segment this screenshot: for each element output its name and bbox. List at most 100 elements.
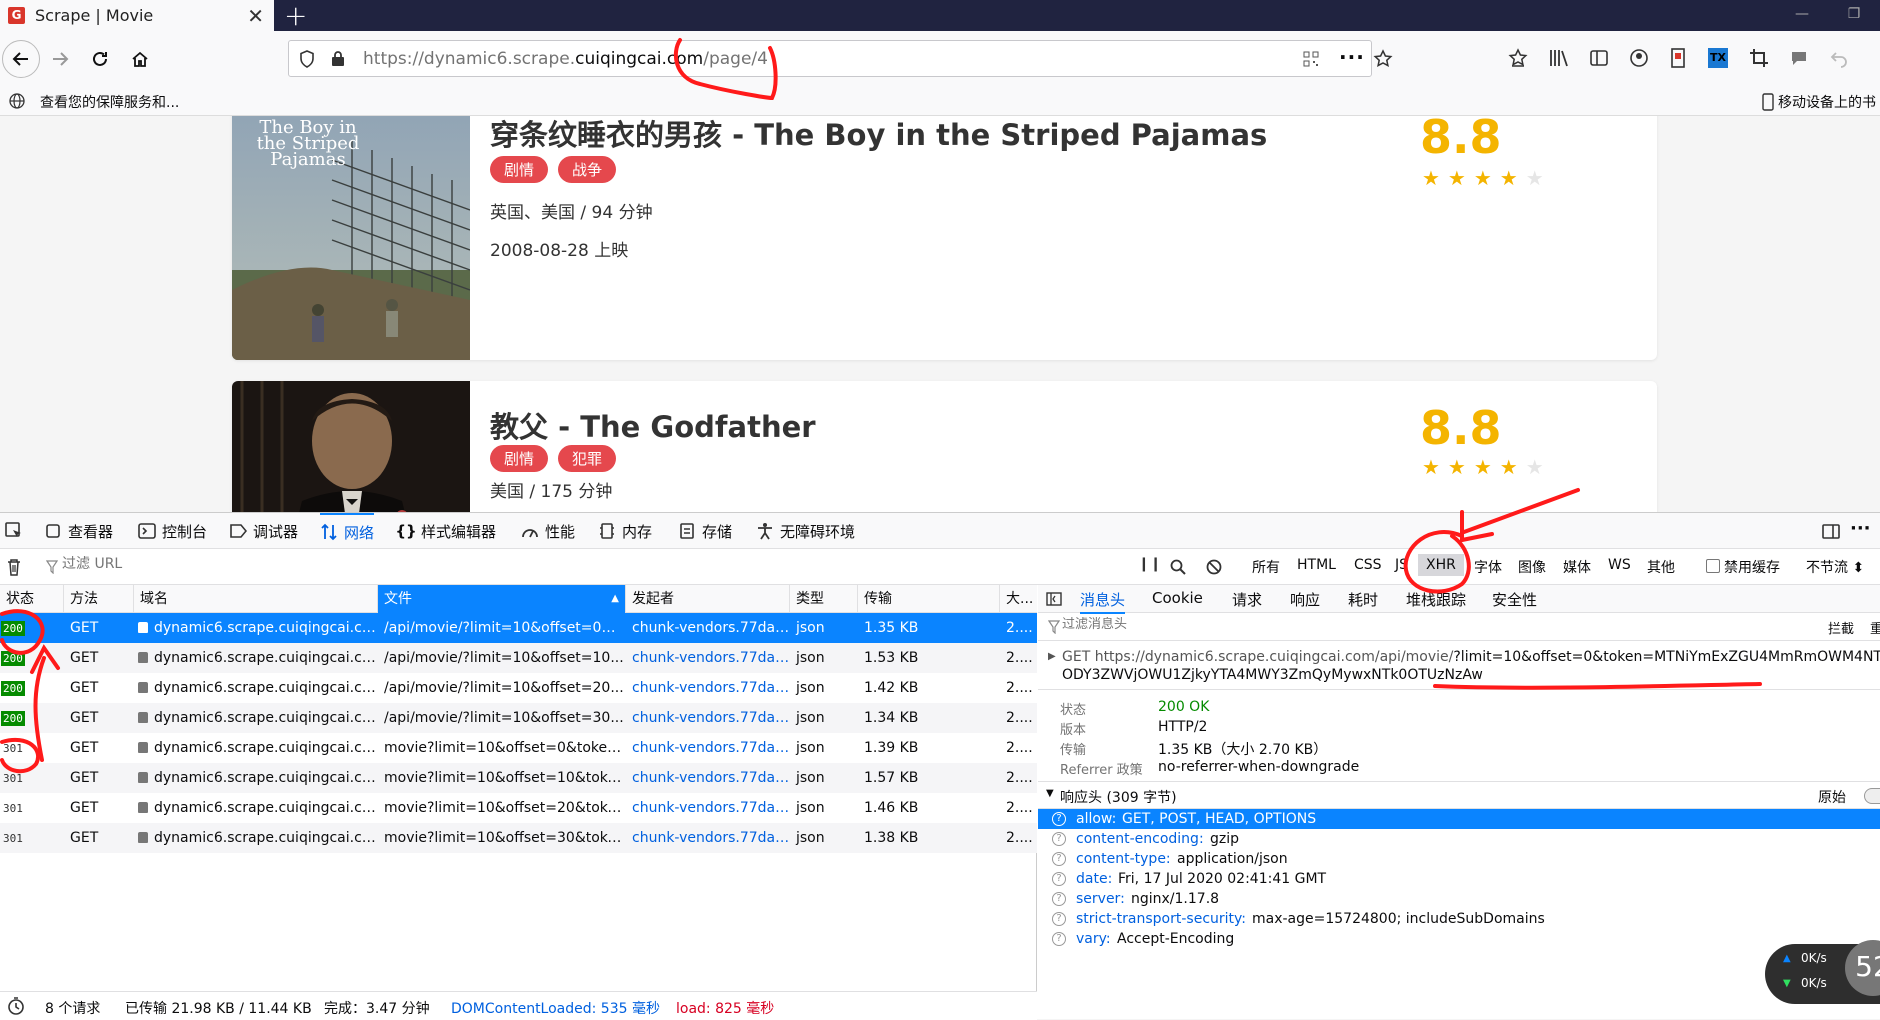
tab-request[interactable]: 请求	[1232, 589, 1262, 610]
help-icon[interactable]: ?	[1052, 832, 1066, 846]
raw-toggle[interactable]	[1864, 788, 1880, 804]
tab-storage[interactable]: 存储	[678, 513, 732, 549]
filter-url-input[interactable]	[62, 556, 362, 572]
help-icon[interactable]: ?	[1052, 812, 1066, 826]
shield-icon[interactable]	[299, 50, 315, 68]
account-icon[interactable]	[1629, 48, 1649, 68]
col-initiator[interactable]: 发起者	[626, 585, 790, 613]
genre-tag[interactable]: 剧情	[490, 445, 549, 472]
minimize-icon[interactable]: —	[1776, 0, 1828, 31]
block-button[interactable]: 拦截	[1828, 618, 1854, 637]
help-icon[interactable]: ?	[1052, 932, 1066, 946]
tab-cookie[interactable]: Cookie	[1152, 589, 1203, 607]
col-method[interactable]: 方法	[64, 585, 134, 613]
sidebar-icon[interactable]	[1589, 48, 1609, 68]
tab-stack-trace[interactable]: 堆栈跟踪	[1406, 589, 1466, 610]
table-row[interactable]: 200 GET dynamic6.scrape.cuiqingcai.com/api…	[0, 673, 1037, 703]
filter-media[interactable]: 媒体	[1563, 557, 1591, 577]
filter-images[interactable]: 图像	[1518, 557, 1546, 577]
response-header-row[interactable]: ? content-encoding: gzip	[1038, 829, 1880, 849]
response-header-row[interactable]: ? content-type: application/json	[1038, 849, 1880, 869]
response-header-row[interactable]: ? date: Fri, 17 Jul 2020 02:41:41 GMT	[1038, 869, 1880, 889]
reader-icon[interactable]	[1670, 47, 1686, 69]
filter-fonts[interactable]: 字体	[1474, 557, 1502, 577]
throttle-select[interactable]: 不节流 ⬍	[1806, 557, 1864, 577]
tab-style-editor[interactable]: {} 样式编辑器	[395, 513, 496, 549]
tab-close-icon[interactable]: ✕	[247, 4, 264, 28]
tab-accessibility[interactable]: 无障碍环境	[756, 513, 855, 549]
library-icon[interactable]	[1548, 48, 1570, 68]
trash-icon[interactable]	[7, 558, 21, 576]
qr-code-icon[interactable]	[1303, 51, 1319, 67]
reload-button[interactable]	[84, 43, 116, 75]
chat-icon[interactable]	[1789, 48, 1809, 68]
col-size[interactable]: 大...	[1000, 585, 1037, 613]
genre-tag[interactable]: 战争	[558, 156, 617, 183]
tab-security[interactable]: 安全性	[1492, 589, 1537, 610]
tab-debugger[interactable]: 调试器	[229, 513, 298, 549]
expand-arrow-icon[interactable]: ▶	[1048, 651, 1056, 662]
tab-response[interactable]: 响应	[1290, 589, 1320, 610]
col-type[interactable]: 类型	[790, 585, 858, 613]
tab-memory[interactable]: 内存	[598, 513, 652, 549]
resend-button[interactable]: 重	[1870, 618, 1880, 637]
help-icon[interactable]: ?	[1052, 892, 1066, 906]
back-button[interactable]	[2, 40, 40, 78]
filter-xhr[interactable]: XHR	[1418, 554, 1464, 576]
genre-tag[interactable]: 犯罪	[558, 445, 617, 472]
help-icon[interactable]: ?	[1052, 872, 1066, 886]
filter-html[interactable]: HTML	[1297, 557, 1336, 573]
forward-button[interactable]	[44, 43, 76, 75]
movie-card[interactable]: The Boy in the Striped Pajamas 穿条纹睡衣的男孩 …	[232, 116, 1657, 360]
movie-title[interactable]: 穿条纹睡衣的男孩 - The Boy in the Striped Pajama…	[490, 116, 1267, 154]
url-text[interactable]: https://dynamic6.scrape.cuiqingcai.com/p…	[363, 49, 768, 69]
help-icon[interactable]: ?	[1052, 912, 1066, 926]
tab-console[interactable]: 控制台	[138, 513, 207, 549]
movie-title[interactable]: 教父 - The Godfather	[490, 404, 816, 446]
filter-other[interactable]: 其他	[1647, 557, 1675, 577]
bookmark-item[interactable]: 查看您的保障服务和...	[40, 92, 179, 112]
element-picker-icon[interactable]	[5, 522, 23, 540]
tab-headers[interactable]: 消息头	[1080, 589, 1126, 614]
disable-cache-checkbox[interactable]	[1706, 559, 1720, 573]
tab-performance[interactable]: 性能	[521, 513, 575, 549]
toggle-sidebar-icon[interactable]	[1046, 592, 1062, 606]
pause-icon[interactable]: ❙❙	[1138, 556, 1161, 572]
dock-icon[interactable]	[1822, 522, 1840, 540]
col-transfer[interactable]: 传输	[858, 585, 1000, 613]
movie-poster[interactable]: The Boy in the Striped Pajamas	[232, 116, 470, 360]
filter-all[interactable]: 所有	[1252, 557, 1280, 577]
col-status[interactable]: 状态	[0, 585, 64, 613]
tx-extension-icon[interactable]: TX	[1708, 48, 1728, 68]
col-file[interactable]: 文件 ▲	[378, 585, 626, 613]
filter-css[interactable]: CSS	[1354, 557, 1382, 573]
bookmark-star-icon[interactable]	[1373, 49, 1393, 69]
filter-headers-input[interactable]	[1062, 617, 1362, 632]
url-bar[interactable]: https://dynamic6.scrape.cuiqingcai.com/p…	[288, 40, 1393, 77]
lock-icon[interactable]	[331, 50, 345, 67]
table-row[interactable]: 200 GET dynamic6.scrape.cuiqingcai.com/api…	[0, 613, 1037, 643]
tab-network[interactable]: 网络	[320, 513, 375, 549]
response-header-row[interactable]: ? strict-transport-security: max-age=15724…	[1038, 909, 1880, 929]
undo-icon[interactable]	[1829, 48, 1849, 68]
table-row[interactable]: 301 GET dynamic6.scrape.cuiqingcai.com movi…	[0, 733, 1037, 763]
mobile-bookmarks[interactable]: 移动设备上的书	[1778, 92, 1876, 112]
block-icon[interactable]	[1206, 559, 1222, 575]
star-list-icon[interactable]	[1508, 48, 1528, 68]
request-url[interactable]: GET https://dynamic6.scrape.cuiqingcai.c…	[1062, 649, 1880, 665]
table-row[interactable]: 200 GET dynamic6.scrape.cuiqingcai.com/api…	[0, 643, 1037, 673]
table-row[interactable]: 301 GET dynamic6.scrape.cuiqingcai.com movi…	[0, 823, 1037, 853]
browser-tab[interactable]: G Scrape | Movie ✕	[0, 0, 274, 31]
response-header-row[interactable]: ? server: nginx/1.17.8	[1038, 889, 1880, 909]
movie-card[interactable]: 教父 - The Godfather 剧情 犯罪 美国 / 175 分钟 8.8 …	[232, 381, 1657, 512]
restore-icon[interactable]: ❐	[1828, 0, 1880, 31]
movie-poster[interactable]	[232, 381, 470, 512]
devtools-menu-icon[interactable]: ···	[1850, 518, 1871, 539]
tab-timings[interactable]: 耗时	[1348, 589, 1378, 610]
response-header-row[interactable]: ? vary: Accept-Encoding	[1038, 929, 1880, 949]
search-icon[interactable]	[1170, 559, 1186, 575]
table-row[interactable]: 200 GET dynamic6.scrape.cuiqingcai.com/api…	[0, 703, 1037, 733]
table-row[interactable]: 301 GET dynamic6.scrape.cuiqingcai.com movi…	[0, 793, 1037, 823]
help-icon[interactable]: ?	[1052, 852, 1066, 866]
tab-inspector[interactable]: 查看器	[44, 513, 113, 549]
